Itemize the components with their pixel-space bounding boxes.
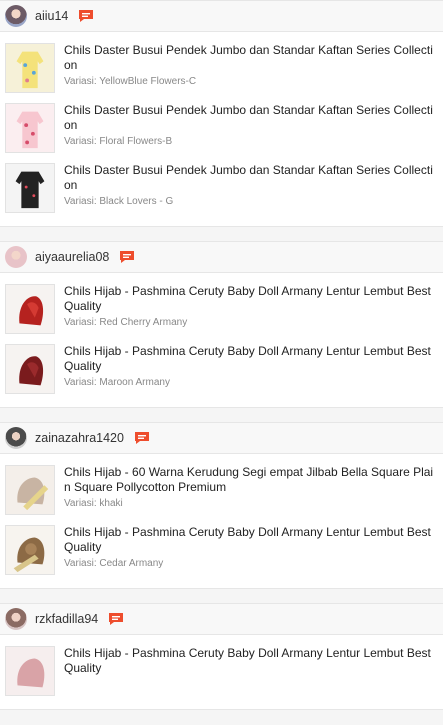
product-info: Chils Hijab - 60 Warna Kerudung Segi emp… [64, 465, 437, 509]
product-item[interactable]: Chils Hijab - Pashmina Ceruty Baby Doll … [0, 641, 443, 701]
buyer-header[interactable]: aiyaaurelia08 [0, 241, 443, 273]
buyer-username[interactable]: rzkfadilla94 [35, 612, 98, 626]
product-info: Chils Hijab - Pashmina Ceruty Baby Doll … [64, 646, 437, 679]
product-item[interactable]: Chils Daster Busui Pendek Jumbo dan Stan… [0, 158, 443, 218]
product-variant: Variasi: Maroon Armany [64, 377, 170, 388]
avatar[interactable] [5, 5, 27, 27]
product-item[interactable]: Chils Hijab - 60 Warna Kerudung Segi emp… [0, 460, 443, 520]
product-info: Chils Daster Busui Pendek Jumbo dan Stan… [64, 163, 437, 207]
avatar[interactable] [5, 246, 27, 268]
order-group: aiiu14 Chils Daster Busui Pendek Jumbo da… [0, 0, 443, 227]
chat-icon[interactable] [134, 431, 150, 445]
product-list: Chils Hijab - 60 Warna Kerudung Segi emp… [0, 454, 443, 589]
product-variant: Variasi: Floral Flowers-B [64, 136, 173, 147]
order-list: aiiu14 Chils Daster Busui Pendek Jumbo da… [0, 0, 443, 710]
product-item[interactable]: Chils Daster Busui Pendek Jumbo dan Stan… [0, 38, 443, 98]
product-info: Chils Daster Busui Pendek Jumbo dan Stan… [64, 43, 437, 87]
product-name[interactable]: Chils Daster Busui Pendek Jumbo dan Stan… [64, 43, 437, 72]
product-name[interactable]: Chils Daster Busui Pendek Jumbo dan Stan… [64, 103, 437, 132]
product-info: Chils Hijab - Pashmina Ceruty Baby Doll … [64, 344, 437, 388]
buyer-header[interactable]: zainazahra1420 [0, 422, 443, 454]
product-variant: Variasi: Black Lovers - G [64, 196, 174, 207]
product-thumbnail[interactable] [5, 344, 55, 394]
chat-icon[interactable] [108, 612, 124, 626]
product-info: Chils Daster Busui Pendek Jumbo dan Stan… [64, 103, 437, 147]
avatar[interactable] [5, 427, 27, 449]
product-name[interactable]: Chils Hijab - Pashmina Ceruty Baby Doll … [64, 284, 437, 313]
product-thumbnail[interactable] [5, 525, 55, 575]
product-thumbnail[interactable] [5, 163, 55, 213]
product-thumbnail[interactable] [5, 646, 55, 696]
product-thumbnail[interactable] [5, 43, 55, 93]
product-info: Chils Hijab - Pashmina Ceruty Baby Doll … [64, 284, 437, 328]
product-name[interactable]: Chils Hijab - Pashmina Ceruty Baby Doll … [64, 646, 437, 675]
product-thumbnail[interactable] [5, 103, 55, 153]
product-info: Chils Hijab - Pashmina Ceruty Baby Doll … [64, 525, 437, 569]
product-list: Chils Hijab - Pashmina Ceruty Baby Doll … [0, 273, 443, 408]
product-thumbnail[interactable] [5, 465, 55, 515]
product-list: Chils Daster Busui Pendek Jumbo dan Stan… [0, 32, 443, 227]
buyer-username[interactable]: aiiu14 [35, 9, 68, 23]
product-name[interactable]: Chils Daster Busui Pendek Jumbo dan Stan… [64, 163, 437, 192]
product-item[interactable]: Chils Daster Busui Pendek Jumbo dan Stan… [0, 98, 443, 158]
product-name[interactable]: Chils Hijab - Pashmina Ceruty Baby Doll … [64, 525, 437, 554]
product-variant: Variasi: Red Cherry Armany [64, 317, 188, 328]
product-item[interactable]: Chils Hijab - Pashmina Ceruty Baby Doll … [0, 520, 443, 580]
product-name[interactable]: Chils Hijab - 60 Warna Kerudung Segi emp… [64, 465, 437, 494]
order-group: rzkfadilla94 Chils Hijab - Pashmina Cerut… [0, 603, 443, 710]
product-variant: Variasi: Cedar Armany [64, 558, 164, 569]
product-list: Chils Hijab - Pashmina Ceruty Baby Doll … [0, 635, 443, 710]
chat-icon[interactable] [119, 250, 135, 264]
product-item[interactable]: Chils Hijab - Pashmina Ceruty Baby Doll … [0, 339, 443, 399]
product-variant: Variasi: khaki [64, 498, 123, 509]
avatar[interactable] [5, 608, 27, 630]
product-thumbnail[interactable] [5, 284, 55, 334]
buyer-header[interactable]: aiiu14 [0, 0, 443, 32]
buyer-header[interactable]: rzkfadilla94 [0, 603, 443, 635]
buyer-username[interactable]: zainazahra1420 [35, 431, 124, 445]
buyer-username[interactable]: aiyaaurelia08 [35, 250, 109, 264]
product-variant: Variasi: YellowBlue Flowers-C [64, 76, 197, 87]
chat-icon[interactable] [78, 9, 94, 23]
order-group: aiyaaurelia08 Chils Hijab - Pashmina Ceru… [0, 241, 443, 408]
product-item[interactable]: Chils Hijab - Pashmina Ceruty Baby Doll … [0, 279, 443, 339]
order-group: zainazahra1420 Chils Hijab - 60 Warna Ker… [0, 422, 443, 589]
product-name[interactable]: Chils Hijab - Pashmina Ceruty Baby Doll … [64, 344, 437, 373]
